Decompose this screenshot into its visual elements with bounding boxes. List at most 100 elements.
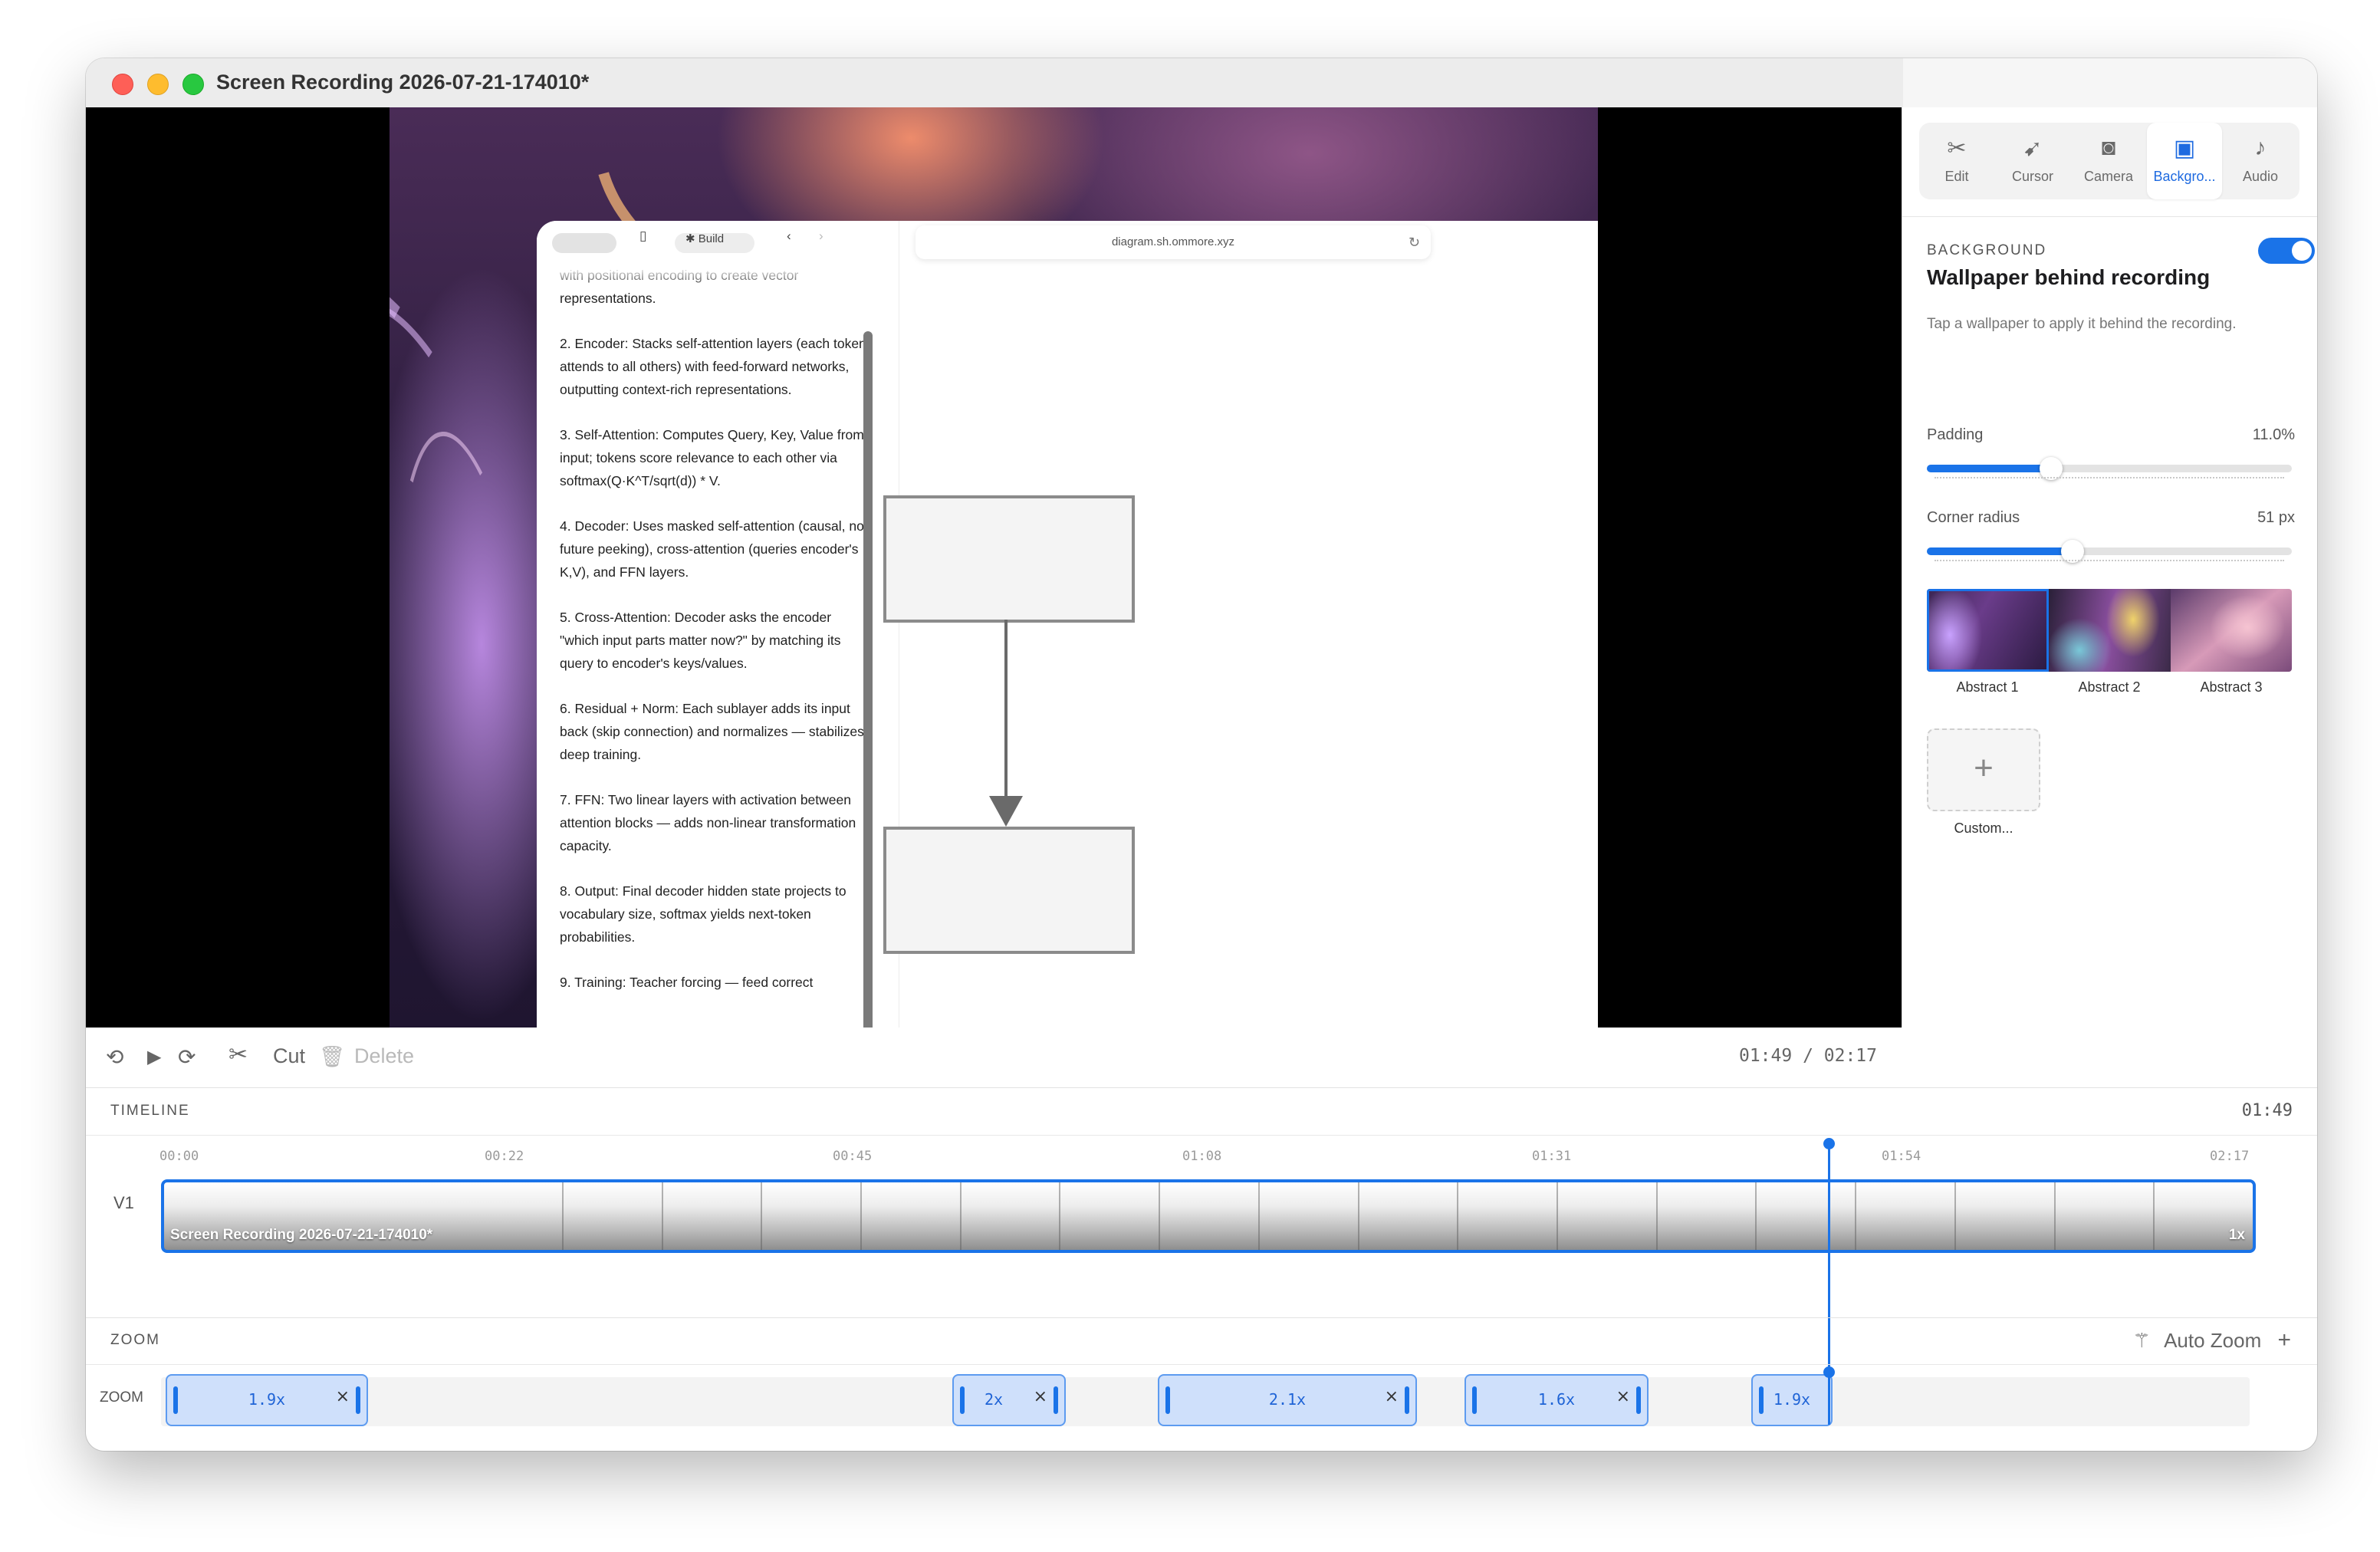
- wallpaper-label: Abstract 2: [2078, 679, 2141, 695]
- zoom-playhead: [1828, 1371, 1830, 1425]
- corner-radius-label: Corner radius: [1927, 509, 2020, 526]
- play-icon[interactable]: ▶: [147, 1046, 161, 1068]
- close-window-button[interactable]: [112, 74, 133, 95]
- tab-label: Cursor: [2011, 169, 2053, 184]
- wallpaper-abstract-1[interactable]: [1927, 589, 2049, 672]
- recording-preview[interactable]: ▯ ✱ Build ‹ › with positional encoding t…: [86, 107, 1902, 1028]
- clip-frame-divider: [1358, 1182, 1359, 1250]
- image-icon: ▣: [2173, 136, 2196, 161]
- rewind-10-icon[interactable]: ⟲: [106, 1044, 123, 1070]
- forward-10-icon[interactable]: ⟳: [178, 1044, 196, 1070]
- title-bar-sidebar-area: [1903, 58, 2317, 107]
- zoom-label: ZOOM: [110, 1332, 160, 1348]
- cut-button[interactable]: Cut: [273, 1044, 305, 1068]
- scissors-icon: ✂: [228, 1042, 248, 1067]
- tabs-divider: [1902, 216, 2317, 217]
- zoom-segment[interactable]: 1.6x ×: [1464, 1374, 1649, 1426]
- timeline-current-time: 01:49: [2241, 1101, 2293, 1120]
- wallpaper-label: Abstract 3: [2200, 679, 2263, 695]
- tab-background[interactable]: ▣ Backgro...: [2147, 123, 2222, 199]
- clip-speed: 1x: [2228, 1227, 2245, 1243]
- zoom-segment-handle-right[interactable]: [1636, 1386, 1641, 1414]
- clip-frame-divider: [761, 1182, 762, 1250]
- music-note-icon: ♪: [2254, 135, 2267, 160]
- tab-audio[interactable]: ♪ Audio: [2223, 123, 2298, 199]
- recorded-app-window: ▯ ✱ Build ‹ › with positional encoding t…: [537, 221, 1598, 1028]
- background-toggle[interactable]: [2258, 238, 2315, 264]
- zoom-segment-value: 2x: [984, 1390, 1004, 1409]
- minimize-window-button[interactable]: [147, 74, 169, 95]
- remove-zoom-icon[interactable]: ×: [1616, 1387, 1630, 1406]
- padding-value: 11.0%: [2252, 426, 2295, 443]
- build-menu: ✱ Build: [685, 232, 725, 245]
- tab-label: Edit: [1944, 169, 1969, 184]
- track-label: V1: [113, 1193, 134, 1212]
- video-clip[interactable]: Screen Recording 2026-07-21-174010* 1x: [161, 1179, 2256, 1253]
- diagram-edge: [1004, 620, 1008, 797]
- section-hint: Tap a wallpaper to apply it behind the r…: [1927, 316, 2237, 332]
- padding-label: Padding: [1927, 426, 1984, 443]
- doc-paragraph: 5. Cross-Attention: Decoder asks the enc…: [560, 610, 841, 671]
- camera-icon: ◙: [2101, 135, 2116, 160]
- slider-ticks: [1935, 560, 2284, 563]
- doc-top-fade: [537, 258, 874, 288]
- zoom-playhead-handle: [1823, 1366, 1835, 1378]
- tab-camera[interactable]: ◙ Camera: [2071, 123, 2146, 199]
- doc-paragraph: 2. Encoder: Stacks self-attention layers…: [560, 336, 866, 397]
- magic-wand-icon: ⚚: [2132, 1329, 2151, 1352]
- remove-zoom-icon[interactable]: ×: [336, 1387, 350, 1406]
- slider-ticks: [1935, 477, 2284, 480]
- trash-icon: 🗑: [319, 1045, 346, 1068]
- doc-paragraph: 9. Training: Teacher forcing — feed corr…: [560, 975, 814, 990]
- remove-zoom-icon[interactable]: ×: [1385, 1387, 1399, 1406]
- tab-label: Backgro...: [2153, 169, 2216, 184]
- padding-slider[interactable]: [1927, 457, 2292, 480]
- wallpaper-picker: [1927, 589, 2292, 672]
- clip-frame-divider: [1258, 1182, 1260, 1250]
- clip-frame-divider: [1557, 1182, 1558, 1250]
- delete-button[interactable]: Delete: [354, 1044, 414, 1068]
- sidebar-icon: ▯: [639, 229, 647, 243]
- zoom-row-label: ZOOM: [100, 1389, 143, 1406]
- auto-zoom-button[interactable]: ⚚ Auto Zoom +: [2133, 1327, 2291, 1353]
- doc-paragraph: 6. Residual + Norm: Each sublayer adds i…: [560, 701, 864, 762]
- clip-frame-divider: [1457, 1182, 1458, 1250]
- section-label: BACKGROUND: [1927, 242, 2047, 258]
- recorded-doc-panel: ▯ ✱ Build ‹ › with positional encoding t…: [537, 221, 899, 1028]
- custom-wallpaper-button[interactable]: +: [1927, 728, 2040, 811]
- corner-radius-slider[interactable]: [1927, 540, 2292, 563]
- tab-edit[interactable]: ✂ Edit: [1919, 123, 1994, 199]
- zoom-segment-handle-right[interactable]: [356, 1386, 360, 1414]
- clip-frame-divider: [1755, 1182, 1757, 1250]
- zoom-segment[interactable]: 1.9x ×: [166, 1374, 368, 1426]
- ruler-tick: 00:45: [833, 1149, 873, 1164]
- zoom-segment-handle-right[interactable]: [1405, 1386, 1409, 1414]
- clip-frame-divider: [1855, 1182, 1856, 1250]
- doc-paragraph: 7. FFN: Two linear layers with activatio…: [560, 792, 856, 853]
- zoom-header: ZOOM ⚚ Auto Zoom +: [86, 1317, 2317, 1365]
- wallpaper-abstract-2[interactable]: [2049, 589, 2171, 672]
- playhead-handle[interactable]: [1823, 1138, 1835, 1149]
- ruler-tick: 00:00: [159, 1149, 199, 1164]
- ruler-tick: 00:22: [485, 1149, 524, 1164]
- clip-frame-divider: [1159, 1182, 1160, 1250]
- add-zoom-button[interactable]: +: [2277, 1327, 2291, 1353]
- zoom-segment[interactable]: 1.9x: [1751, 1374, 1833, 1426]
- tab-label: Camera: [2083, 169, 2134, 184]
- zoom-segment-handle-right[interactable]: [1054, 1386, 1058, 1414]
- tab-cursor[interactable]: ➹ Cursor: [1995, 123, 2070, 199]
- clip-frame-divider: [1656, 1182, 1658, 1250]
- clip-frame-divider: [562, 1182, 564, 1250]
- ruler-tick: 01:31: [1532, 1149, 1572, 1164]
- remove-zoom-icon[interactable]: ×: [1034, 1387, 1047, 1406]
- zoom-segment[interactable]: 2x ×: [952, 1374, 1066, 1426]
- clip-frame-divider: [860, 1182, 862, 1250]
- corner-radius-slider-fill: [1927, 547, 2073, 555]
- maximize-window-button[interactable]: [182, 74, 204, 95]
- diagram-node-bottom: [883, 827, 1135, 954]
- diagram-node-top: [883, 495, 1135, 623]
- wallpaper-abstract-3[interactable]: [2171, 589, 2292, 672]
- zoom-segment[interactable]: 2.1x ×: [1158, 1374, 1417, 1426]
- ruler-tick: 01:54: [1882, 1149, 1921, 1164]
- clip-frame-divider: [1059, 1182, 1060, 1250]
